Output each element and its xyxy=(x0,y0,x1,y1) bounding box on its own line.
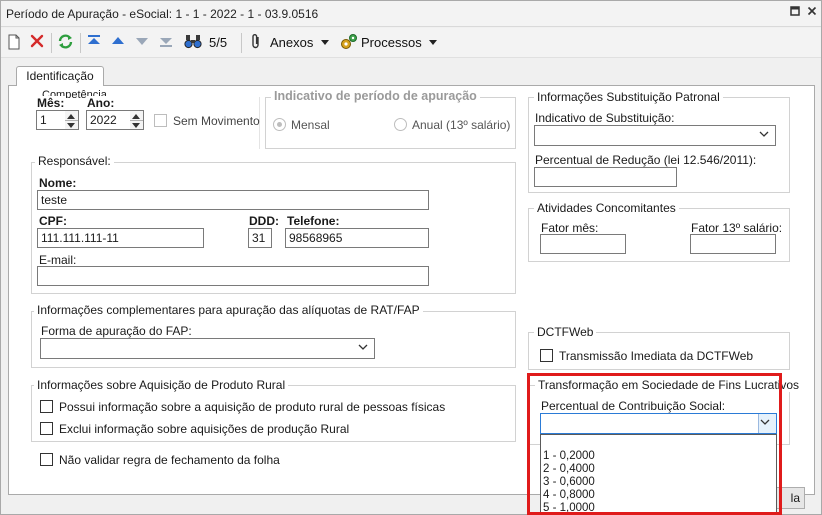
chevron-down-icon xyxy=(358,344,368,350)
factor-month-input[interactable] xyxy=(540,234,626,254)
monthly-radio[interactable] xyxy=(273,118,286,131)
chevron-down-icon[interactable] xyxy=(321,40,329,62)
year-input[interactable]: 2022 xyxy=(86,110,131,130)
atividades-concomitantes-legend: Atividades Concomitantes xyxy=(534,201,679,215)
no-movement-checkbox[interactable] xyxy=(154,114,167,127)
chevron-down-icon xyxy=(759,131,769,137)
contribution-percent-dropdown: 1 - 0,2000 2 - 0,4000 3 - 0,6000 4 - 0,8… xyxy=(540,434,777,513)
indicativo-periodo-legend: Indicativo de período de apuração xyxy=(271,89,480,103)
record-position: 5/5 xyxy=(209,35,228,50)
factor-month-label: Fator mês: xyxy=(541,221,599,235)
next-record-icon xyxy=(135,34,149,56)
toolbar-separator xyxy=(241,33,242,53)
contribution-percent-label: Percentual de Contribuição Social: xyxy=(541,399,726,413)
immediate-transmission-label: Transmissão Imediata da DCTFWeb xyxy=(559,349,754,363)
month-input[interactable]: 1 xyxy=(36,110,66,130)
annual-radio[interactable] xyxy=(394,118,407,131)
email-label: E-mail: xyxy=(39,253,77,267)
new-document-icon[interactable] xyxy=(7,34,21,56)
rural-purchase-label: Possui informação sobre a aquisição de p… xyxy=(59,400,446,414)
annual-label: Anual (13º salário) xyxy=(412,118,511,132)
skip-closing-rule-checkbox[interactable] xyxy=(40,453,53,466)
toolbar: 5/5 Anexos Processos xyxy=(1,28,821,58)
restore-icon[interactable] xyxy=(787,5,803,21)
first-record-icon[interactable] xyxy=(87,34,101,56)
substitution-indicator-label: Indicativo de Substituição: xyxy=(535,111,675,125)
contribution-percent-select[interactable] xyxy=(540,413,777,434)
rural-exclude-label: Exclui informação sobre aquisições de pr… xyxy=(59,422,350,436)
fap-form-select[interactable] xyxy=(40,338,375,359)
year-label: Ano: xyxy=(87,96,117,110)
tab-identificacao[interactable]: Identificação xyxy=(16,66,104,86)
monthly-label: Mensal xyxy=(291,118,330,132)
refresh-icon[interactable] xyxy=(57,33,74,55)
cpf-label: CPF: xyxy=(39,214,67,228)
dctfweb-legend: DCTFWeb xyxy=(534,325,597,339)
attachments-menu-button[interactable]: Anexos xyxy=(270,32,313,54)
ddd-label: DDD: xyxy=(249,214,279,228)
name-label: Nome: xyxy=(39,176,77,190)
immediate-transmission-checkbox[interactable] xyxy=(540,349,553,362)
reduction-percent-input[interactable] xyxy=(534,167,677,187)
dropdown-option[interactable]: 5 - 1,0000 xyxy=(543,502,595,512)
transformacao-legend: Transformação em Sociedade de Fins Lucra… xyxy=(535,378,803,392)
dropdown-option[interactable]: 4 - 0,8000 xyxy=(543,489,595,501)
title-bar: Período de Apuração - eSocial: 1 - 1 - 2… xyxy=(1,1,821,27)
year-spinner[interactable] xyxy=(130,110,144,130)
phone-label: Telefone: xyxy=(287,214,340,228)
month-label: Mês: xyxy=(37,96,67,110)
chevron-down-icon xyxy=(760,419,770,425)
no-movement-label: Sem Movimento xyxy=(173,114,260,128)
reduction-percent-label: Percentual de Redução (lei 12.546/2011): xyxy=(535,153,757,167)
dropdown-option[interactable]: 2 - 0,4000 xyxy=(543,463,595,475)
window-title: Período de Apuração - eSocial: 1 - 1 - 2… xyxy=(6,7,319,21)
dropdown-option[interactable]: 3 - 0,6000 xyxy=(543,476,595,488)
delete-icon[interactable] xyxy=(29,33,45,55)
skip-closing-rule-label: Não validar regra de fechamento da folha xyxy=(59,453,280,467)
month-spinner[interactable] xyxy=(65,110,79,130)
close-icon[interactable] xyxy=(804,5,820,21)
gears-icon[interactable] xyxy=(340,33,358,55)
rat-fap-legend: Informações complementares para apuração… xyxy=(34,303,423,317)
factor-13-input[interactable] xyxy=(690,234,776,254)
cpf-input[interactable]: 111.111.111-11 xyxy=(37,228,204,248)
produto-rural-legend: Informações sobre Aquisição de Produto R… xyxy=(34,378,289,392)
substitution-indicator-select[interactable] xyxy=(534,125,776,146)
name-input[interactable]: teste xyxy=(37,190,429,210)
toolbar-separator xyxy=(51,33,52,53)
responsavel-legend: Responsável: xyxy=(35,154,114,168)
main-window: Período de Apuração - eSocial: 1 - 1 - 2… xyxy=(0,0,822,515)
chevron-down-icon[interactable] xyxy=(429,40,437,62)
factor-13-label: Fator 13º salário: xyxy=(691,221,783,235)
substituicao-patronal-legend: Informações Substituição Patronal xyxy=(534,90,723,104)
ddd-input[interactable]: 31 xyxy=(248,228,272,248)
phone-input[interactable]: 98568965 xyxy=(285,228,429,248)
email-input[interactable] xyxy=(37,266,429,286)
toolbar-separator xyxy=(80,33,81,53)
last-record-icon xyxy=(159,34,173,56)
fap-form-label: Forma de apuração do FAP: xyxy=(41,324,192,338)
dropdown-option[interactable]: 1 - 0,2000 xyxy=(543,450,595,462)
binoculars-icon[interactable] xyxy=(184,33,202,55)
processes-menu-button[interactable]: Processos xyxy=(361,32,422,54)
previous-record-icon[interactable] xyxy=(111,34,125,56)
rural-purchase-checkbox[interactable] xyxy=(40,400,53,413)
rural-exclude-checkbox[interactable] xyxy=(40,422,53,435)
paperclip-icon[interactable] xyxy=(250,33,262,55)
